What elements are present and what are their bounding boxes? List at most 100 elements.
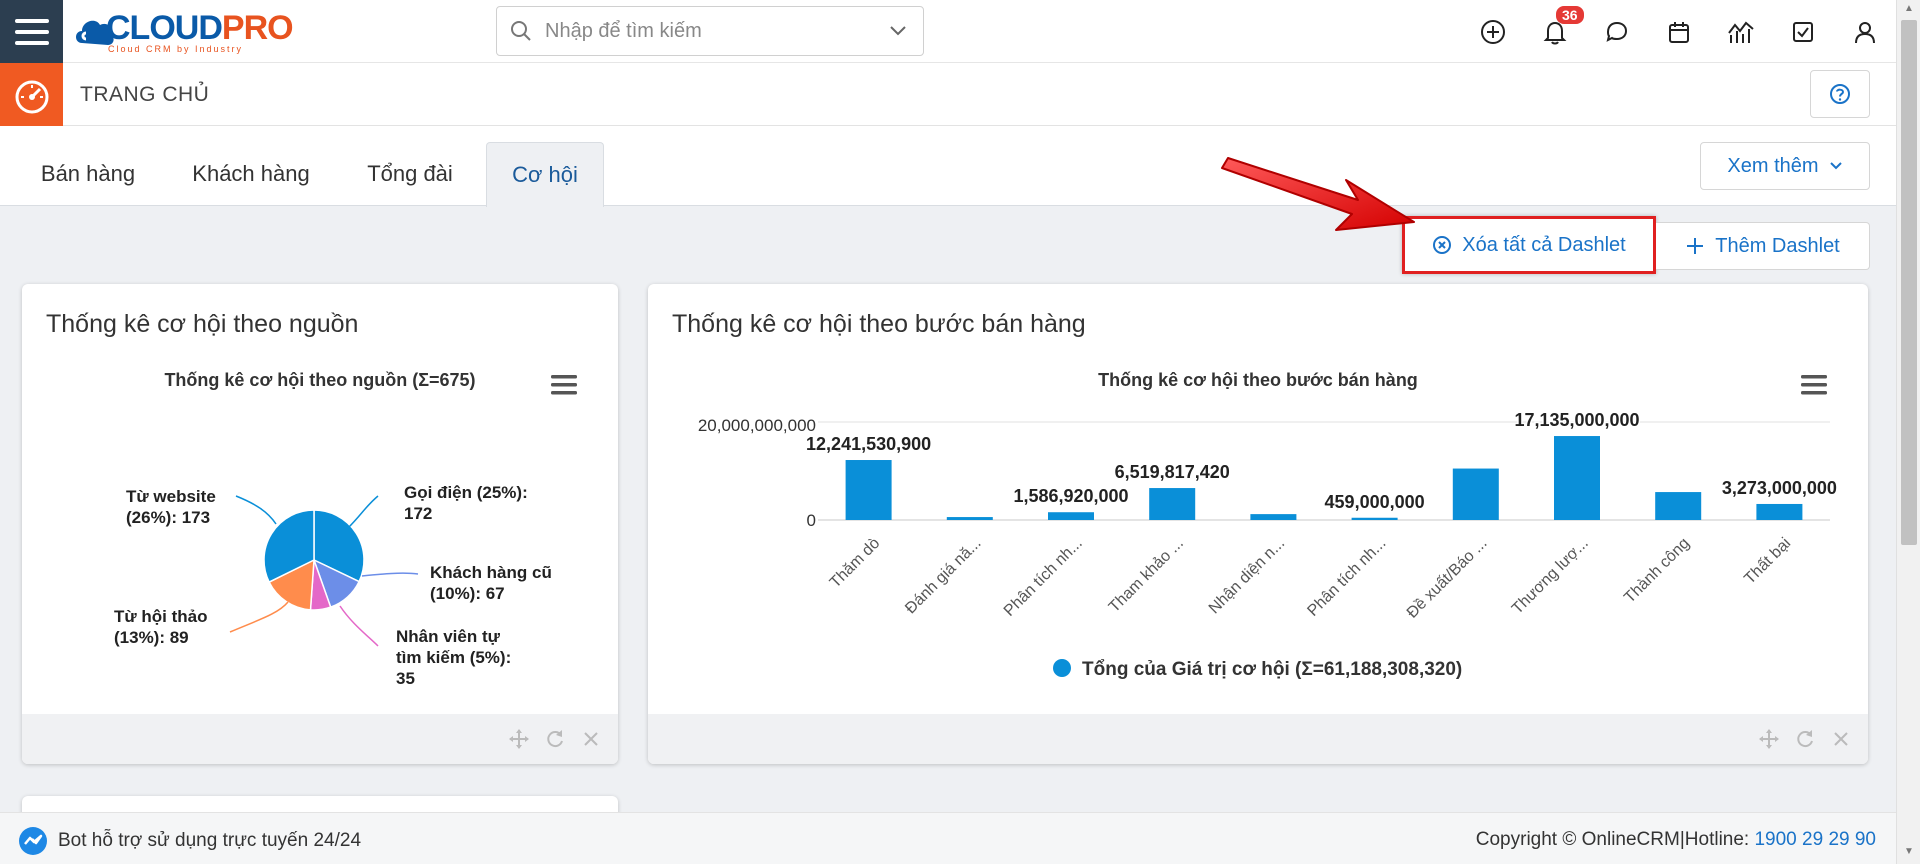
bar-data-label: 6,519,817,420 — [1115, 462, 1230, 482]
bar[interactable] — [1554, 436, 1600, 520]
legend-label[interactable]: Tổng của Giá trị cơ hội (Σ=61,188,308,32… — [1082, 659, 1462, 680]
pie-data-label: Từ hội thảo (13%): 89 — [114, 607, 208, 647]
chevron-down-icon — [1829, 162, 1842, 170]
x-tick-label: Phân tích nh... — [1304, 535, 1389, 620]
notification-badge: 36 — [1556, 6, 1584, 24]
bar-data-label: 17,135,000,000 — [1514, 410, 1639, 430]
menu-toggle-button[interactable] — [0, 0, 63, 63]
bar[interactable] — [1756, 503, 1803, 520]
chart-menu-icon[interactable] — [550, 374, 578, 396]
stage-bar-chart: Thống kê cơ hội theo bước bán hàng 20,00… — [698, 370, 1837, 680]
x-tick-label: Tham khảo ... — [1106, 535, 1187, 616]
search-box[interactable] — [496, 6, 924, 56]
pie-data-label: Từ website (26%): 173 — [126, 487, 216, 527]
help-icon — [1830, 84, 1850, 104]
x-tick-label: Thất bại — [1741, 535, 1794, 588]
scroll-down-arrow[interactable]: ▼ — [1903, 846, 1915, 858]
tab-tong-dai[interactable]: Tổng đài — [348, 142, 472, 206]
tab-khach-hang[interactable]: Khách hàng — [174, 142, 328, 206]
calendar-icon[interactable] — [1648, 0, 1710, 63]
task-check-icon[interactable] — [1772, 0, 1834, 63]
x-tick-label: Thăm dò — [827, 535, 884, 592]
tab-ban-hang[interactable]: Bán hàng — [22, 142, 154, 206]
pie-data-label: Gọi điện (25%): 172 — [404, 483, 528, 523]
x-tick-label: Đề xuất/Báo ... — [1404, 535, 1491, 622]
more-tabs-label: Xem thêm — [1727, 154, 1819, 177]
chart-title: Thống kê cơ hội theo nguồn (Σ=675) — [164, 370, 475, 390]
x-tick-label: Đánh giá nă... — [902, 535, 984, 617]
y-tick-label: 20,000,000,000 — [698, 416, 816, 435]
x-tick-label: Nhận diện n... — [1206, 535, 1288, 617]
bar-data-label: 3,273,000,000 — [1722, 478, 1837, 498]
bar[interactable] — [1048, 512, 1094, 520]
move-icon[interactable] — [1758, 728, 1780, 750]
refresh-icon[interactable] — [544, 728, 566, 750]
chart-title: Thống kê cơ hội theo bước bán hàng — [1098, 370, 1418, 390]
bar[interactable] — [845, 460, 892, 520]
pie-connector — [339, 605, 379, 647]
pie-data-label: Nhân viên tự tìm kiếm (5%): 35 — [396, 627, 511, 688]
y-tick-label: 0 — [807, 511, 816, 530]
x-tick-label: Thành công — [1621, 535, 1693, 607]
add-dashlet-label: Thêm Dashlet — [1715, 234, 1840, 257]
clear-all-dashlets-button[interactable]: Xóa tất cả Dashlet — [1402, 216, 1656, 274]
clear-all-label: Xóa tất cả Dashlet — [1462, 233, 1626, 256]
scroll-up-arrow[interactable]: ▲ — [1903, 3, 1915, 15]
more-tabs-button[interactable]: Xem thêm — [1700, 142, 1870, 190]
messenger-icon — [19, 827, 47, 855]
report-chart-icon[interactable] — [1710, 0, 1772, 63]
hotline-link[interactable]: 1900 29 29 90 — [1754, 829, 1876, 850]
top-navbar: CLOUDPRO Cloud CRM by Industry 36 — [0, 0, 1920, 63]
bar[interactable] — [946, 517, 993, 520]
page-scrollbar[interactable]: ▲ ▼ — [1896, 0, 1920, 864]
footer-bar: Bot hỗ trợ sử dụng trực tuyến 24/24 Copy… — [0, 812, 1920, 864]
chevron-down-icon[interactable] — [873, 25, 923, 37]
user-profile-icon[interactable] — [1834, 0, 1896, 63]
help-button[interactable] — [1810, 70, 1870, 118]
bar[interactable] — [1452, 468, 1499, 520]
brand-tagline: Cloud CRM by Industry — [108, 44, 244, 54]
support-bot-link[interactable]: Bot hỗ trợ sử dụng trực tuyến 24/24 — [18, 826, 361, 856]
close-icon[interactable] — [580, 728, 602, 750]
page-title: TRANG CHỦ — [80, 83, 210, 106]
add-icon[interactable] — [1462, 0, 1524, 63]
chart-menu-icon[interactable] — [1800, 374, 1828, 396]
close-icon[interactable] — [1830, 728, 1852, 750]
pie-connector — [361, 572, 419, 577]
dashboard-tabs: Bán hàng Khách hàng Tổng đài Cơ hội Xem … — [0, 126, 1920, 207]
circle-close-icon — [1433, 236, 1452, 254]
chat-icon[interactable] — [1586, 0, 1648, 63]
dashlet-opportunity-by-source: Thống kê cơ hội theo nguồn Thống kê cơ h… — [22, 284, 618, 764]
brand-logo[interactable]: CLOUDPRO Cloud CRM by Industry — [72, 6, 294, 56]
move-icon[interactable] — [508, 728, 530, 750]
refresh-icon[interactable] — [1794, 728, 1816, 750]
pie-connector — [235, 495, 277, 525]
source-pie-chart: Thống kê cơ hội theo nguồn (Σ=675) Gọi đ… — [114, 370, 552, 688]
bar-data-label: 12,241,530,900 — [806, 434, 931, 454]
bar[interactable] — [1351, 517, 1398, 520]
legend-marker[interactable] — [1053, 659, 1071, 677]
x-tick-label: Thương lượ... — [1509, 535, 1592, 618]
plus-icon — [1687, 238, 1704, 254]
bar-data-label: 459,000,000 — [1325, 492, 1425, 512]
breadcrumb: TRANG CHỦ — [0, 63, 1920, 126]
bar[interactable] — [1149, 488, 1196, 520]
pie-data-label: Khách hàng cũ (10%): 67 — [430, 563, 552, 603]
support-bot-text: Bot hỗ trợ sử dụng trực tuyến 24/24 — [58, 830, 362, 851]
dashlet-opportunity-by-stage: Thống kê cơ hội theo bước bán hàng Thống… — [648, 284, 1868, 764]
bell-icon[interactable]: 36 — [1524, 0, 1586, 63]
tab-co-hoi[interactable]: Cơ hội — [486, 142, 604, 207]
scroll-thumb[interactable] — [1901, 20, 1917, 545]
annotation-arrow — [1221, 157, 1415, 231]
copyright-info: Copyright © OnlineCRM|Hotline: 1900 29 2… — [1475, 829, 1876, 850]
add-dashlet-button[interactable]: Thêm Dashlet — [1656, 222, 1870, 270]
bar[interactable] — [1655, 492, 1702, 520]
search-input[interactable] — [545, 19, 873, 43]
pie-connector — [229, 601, 289, 633]
pie-connector — [347, 495, 379, 529]
search-icon — [497, 19, 545, 43]
x-tick-label: Phân tích nh... — [1001, 535, 1086, 620]
bar-data-label: 1,586,920,000 — [1013, 486, 1128, 506]
dashboard-speedometer-icon[interactable] — [0, 63, 63, 126]
bar[interactable] — [1250, 514, 1297, 520]
